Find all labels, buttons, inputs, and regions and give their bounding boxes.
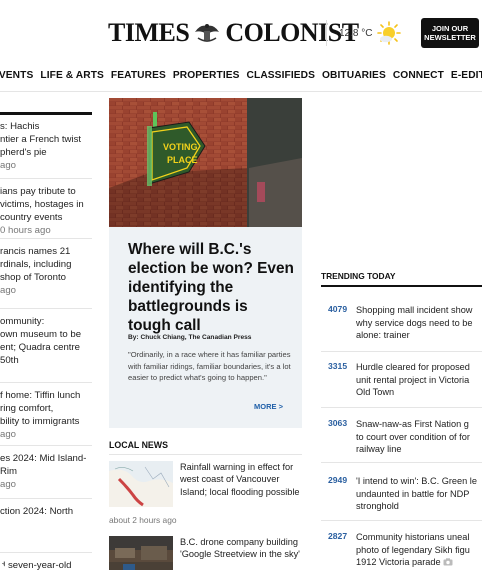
view-count: 4079 [328, 304, 348, 314]
sign-line2: PLACE [167, 155, 198, 165]
feature-image[interactable]: VOTING PLACE [109, 98, 302, 227]
site-logo[interactable]: TIMES COLONIST [108, 18, 359, 48]
trend-line: why service dogs need to be [356, 317, 473, 328]
nav-item-connect[interactable]: CONNECT [393, 70, 444, 81]
item-line: f home: Tiffin lunch [0, 390, 81, 401]
local-news-title: Rainfall warning in effect for west coas… [180, 462, 300, 497]
trending-heading: TRENDING TODAY [321, 271, 396, 281]
item-time: ago [0, 285, 17, 296]
nav-item-obituaries[interactable]: OBITUARIES [322, 70, 386, 81]
item-time: ago [0, 479, 17, 490]
camera-icon [443, 558, 453, 566]
divider [321, 407, 482, 408]
item-line: ction 2024: North [0, 506, 74, 517]
item-line: ommunity: [0, 316, 45, 327]
trend-line: Snaw-naw-as First Nation g [356, 419, 469, 429]
item-time: ago [0, 429, 17, 440]
item-line: ent; Quadra centre [0, 342, 80, 353]
left-news-item[interactable]: ommunity: own museum to be ent; Quadra c… [0, 308, 92, 367]
local-news-title: B.C. drone company building 'Google Stre… [180, 537, 300, 560]
left-news-item[interactable]: rancis names 21 rdinals, including shop … [0, 238, 92, 297]
nav-item-classifieds[interactable]: CLASSIFIEDS [247, 70, 315, 81]
join-newsletter-button[interactable]: JOIN OUR NEWSLETTER [421, 18, 479, 48]
temperature: 12.8 °C [339, 27, 373, 39]
trend-line: Community historians uneal [356, 532, 470, 542]
trend-line: stronghold [356, 501, 399, 512]
newsletter-label-line2: NEWSLETTER [424, 32, 476, 42]
trend-line: Hurdle cleared for proposed [356, 362, 470, 372]
item-line: victims, hostages in [0, 199, 84, 210]
feature-headline[interactable]: Where will B.C.'s election be won? Even … [128, 240, 294, 335]
feature-byline: By: Chuck Chiang, The Canadian Press [128, 334, 252, 341]
local-news-time: about 2 hours ago [109, 515, 177, 525]
item-line: ians pay tribute to [0, 186, 76, 197]
section-rule [109, 454, 302, 455]
item-line: bility to immigrants [0, 416, 80, 427]
item-line: country events [0, 212, 63, 223]
map-thumbnail[interactable] [109, 461, 173, 507]
voting-place-photo: VOTING PLACE [109, 98, 302, 227]
trend-line: 'I intend to win': B.C. Green le [356, 476, 477, 486]
column-rule [0, 112, 92, 115]
item-line: ntier a French twist [0, 134, 82, 145]
item-line: ring comfort, [0, 403, 54, 414]
item-line: 50th [0, 355, 19, 366]
left-news-item[interactable]: s: Hachis ntier a French twist pherd's p… [0, 120, 92, 172]
nav-item-life-arts[interactable]: LIFE & ARTS [40, 70, 104, 81]
item-line: pherd's pie [0, 147, 47, 158]
trend-line: Shopping mall incident show [356, 305, 473, 315]
view-count: 3063 [328, 418, 348, 428]
left-news-item[interactable]: d seven-year-old [0, 552, 92, 570]
item-line: s: Hachis [0, 121, 40, 132]
left-news-item[interactable]: f home: Tiffin lunch ring comfort, bilit… [0, 382, 92, 441]
view-count: 2949 [328, 475, 348, 485]
item-line: Rim [0, 466, 18, 477]
trend-line: photo of legendary Sikh figu [356, 544, 470, 555]
item-line: shop of Toronto [0, 272, 66, 283]
feature-summary: "Ordinarily, in a race where it has fami… [128, 350, 291, 382]
divider [321, 351, 482, 352]
nav-item-properties[interactable]: PROPERTIES [173, 70, 240, 81]
page: TIMES COLONIST 12.8 °C JOIN OUR NEWSLETT… [0, 0, 482, 570]
item-line: es 2024: Mid Island- [0, 453, 87, 464]
item-line: rancis names 21 [0, 246, 71, 257]
weather-widget[interactable]: 12.8 °C [326, 20, 402, 46]
sign-line1: VOTING [163, 142, 198, 152]
trend-line: Old Town [356, 387, 395, 398]
main-nav: EVENTS LIFE & ARTS FEATURES PROPERTIES C… [0, 62, 482, 92]
item-line: own museum to be [0, 329, 82, 340]
trend-line: 1912 Victoria parade [356, 557, 441, 568]
divider [321, 462, 482, 463]
nav-item-events[interactable]: EVENTS [0, 70, 33, 81]
site-header: TIMES COLONIST 12.8 °C JOIN OUR NEWSLETT… [0, 0, 482, 62]
trend-line: unit rental project in Victoria [356, 374, 470, 385]
item-time: 0 hours ago [0, 225, 51, 236]
section-rule [321, 285, 482, 287]
trend-line: railway line [356, 444, 402, 455]
view-count: 2827 [328, 531, 348, 541]
item-line: rdinals, including [0, 259, 72, 270]
local-news-heading[interactable]: LOCAL NEWS [109, 440, 168, 450]
view-count: 3315 [328, 361, 348, 371]
nav-item-e-edition[interactable]: E-EDITION [451, 70, 482, 81]
left-news-item[interactable]: es 2024: Mid Island- Rim ago [0, 445, 92, 491]
logo-text-times: TIMES [108, 18, 190, 47]
crest-icon [195, 24, 220, 42]
aerial-photo-thumbnail[interactable] [109, 536, 173, 570]
item-line: d seven-year-old [0, 560, 72, 570]
left-news-item[interactable]: ction 2024: North [0, 498, 92, 518]
trend-line: alone: trainer [356, 330, 410, 341]
trend-line: undaunted in battle for NDP [356, 488, 470, 499]
sun-cloud-icon [377, 21, 402, 45]
trend-line: to court over condition of for [356, 431, 470, 442]
nav-item-features[interactable]: FEATURES [111, 70, 166, 81]
more-link[interactable]: MORE > [254, 402, 283, 411]
item-time: ago [0, 160, 17, 171]
divider [321, 520, 482, 521]
feature-story-card[interactable]: VOTING PLACE Where will B.C.'s election … [109, 98, 302, 428]
left-news-item[interactable]: ians pay tribute to victims, hostages in… [0, 178, 92, 237]
